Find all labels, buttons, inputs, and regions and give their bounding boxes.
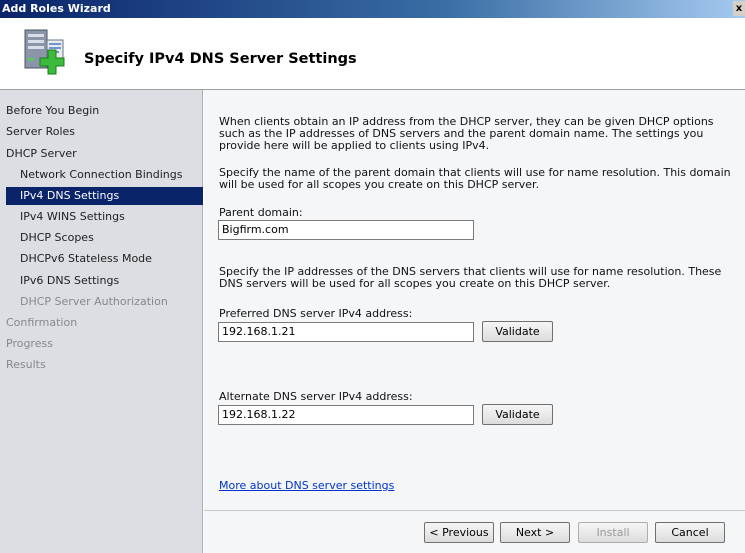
sidebar-item-dhcp-scopes[interactable]: DHCP Scopes: [20, 229, 94, 247]
sidebar-item-dhcpv6-stateless-mode[interactable]: DHCPv6 Stateless Mode: [20, 250, 152, 268]
next-button[interactable]: Next >: [500, 522, 570, 543]
more-about-dns-link[interactable]: More about DNS server settings: [219, 479, 394, 492]
sidebar-item-ipv4-dns-settings[interactable]: IPv4 DNS Settings: [6, 187, 203, 205]
sidebar-item-before-you-begin[interactable]: Before You Begin: [6, 102, 99, 120]
title-bar: Add Roles Wizard x: [0, 0, 745, 18]
parent-domain-input[interactable]: Bigfirm.com: [218, 220, 474, 240]
install-button: Install: [578, 522, 648, 543]
previous-button[interactable]: < Previous: [424, 522, 494, 543]
dns-instructions: Specify the IP addresses of the DNS serv…: [219, 265, 722, 290]
alternate-dns-input[interactable]: 192.168.1.22: [218, 405, 474, 425]
preferred-dns-label: Preferred DNS server IPv4 address:: [219, 307, 413, 320]
footer-divider: [204, 510, 745, 511]
sidebar-item-ipv4-wins-settings[interactable]: IPv4 WINS Settings: [20, 208, 125, 226]
wizard-content: When clients obtain an IP address from t…: [204, 90, 745, 553]
intro-text: When clients obtain an IP address from t…: [219, 115, 714, 152]
sidebar-item-results: Results: [6, 358, 46, 371]
sidebar-item-ipv6-dns-settings[interactable]: IPv6 DNS Settings: [20, 272, 119, 290]
validate-alternate-button[interactable]: Validate: [482, 404, 553, 425]
sidebar-item-server-roles[interactable]: Server Roles: [6, 123, 75, 141]
wizard-header: Specify IPv4 DNS Server Settings: [0, 18, 745, 90]
sidebar-item-progress: Progress: [6, 337, 53, 350]
page-title: Specify IPv4 DNS Server Settings: [84, 51, 357, 67]
sidebar-item-network-connection-bindings[interactable]: Network Connection Bindings: [20, 166, 182, 184]
sidebar-item-dhcp-server-authorization: DHCP Server Authorization: [20, 295, 168, 308]
close-icon: x: [735, 3, 743, 14]
window-title: Add Roles Wizard: [2, 2, 111, 15]
wizard-steps-sidebar: Before You Begin Server Roles DHCP Serve…: [0, 90, 203, 553]
sidebar-item-confirmation: Confirmation: [6, 316, 78, 329]
parent-domain-label: Parent domain:: [219, 206, 303, 219]
domain-instructions: Specify the name of the parent domain th…: [219, 166, 731, 191]
preferred-dns-input[interactable]: 192.168.1.21: [218, 322, 474, 342]
alternate-dns-label: Alternate DNS server IPv4 address:: [219, 390, 413, 403]
validate-preferred-button[interactable]: Validate: [482, 321, 553, 342]
sidebar-item-dhcp-server[interactable]: DHCP Server: [6, 145, 77, 163]
cancel-button[interactable]: Cancel: [655, 522, 725, 543]
server-role-add-icon: [24, 29, 65, 75]
close-button[interactable]: x: [733, 1, 745, 16]
